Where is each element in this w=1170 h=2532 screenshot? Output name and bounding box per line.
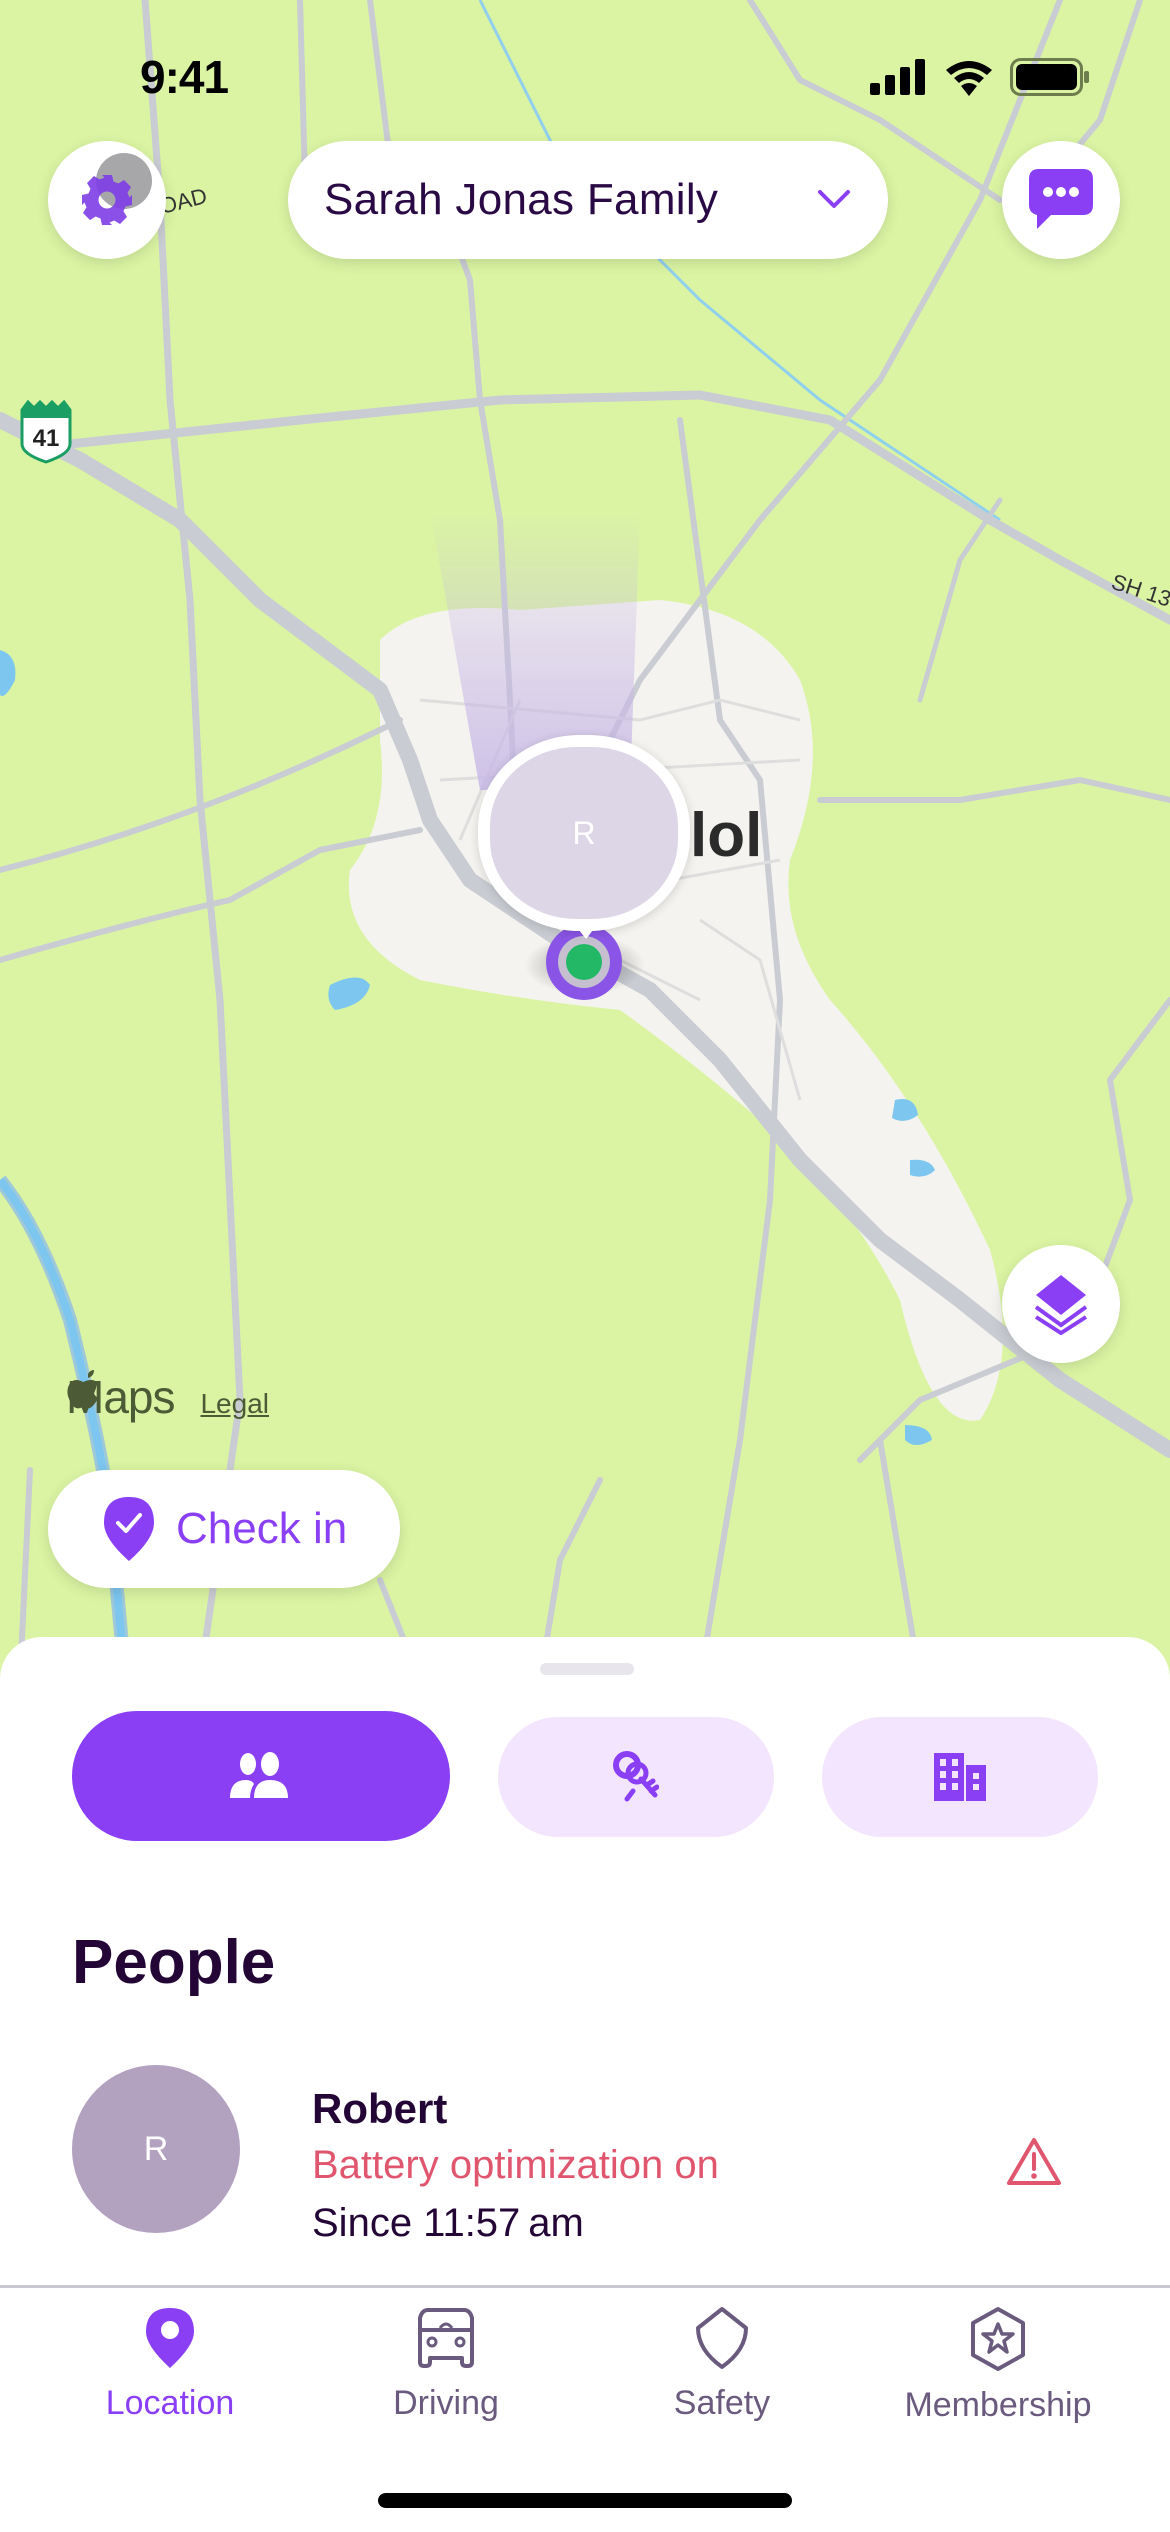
keys-icon	[613, 1751, 659, 1802]
apple-maps-logo: Maps	[66, 1370, 175, 1423]
member-pin-avatar: R	[490, 747, 678, 919]
messages-button[interactable]	[1002, 141, 1120, 259]
avatar-initial: R	[143, 2129, 169, 2168]
water-pond	[328, 977, 370, 1010]
member-pin-initial: R	[572, 814, 596, 851]
battery-icon	[1010, 58, 1089, 96]
tab-location[interactable]: Location	[50, 2306, 290, 2423]
person-list-item[interactable]: R Robert Battery optimization on Since 1…	[72, 2065, 1098, 2245]
avatar: R	[72, 2065, 240, 2233]
status-time: 9:41	[140, 51, 229, 103]
home-indicator[interactable]	[378, 2493, 792, 2508]
chat-bubble-icon	[1029, 169, 1093, 229]
tab-driving[interactable]: Driving	[326, 2306, 566, 2423]
river	[0, 1175, 132, 1680]
maps-attribution: Maps Legal	[66, 1370, 269, 1424]
tab-membership[interactable]: Membership	[878, 2306, 1118, 2425]
apple-icon	[67, 1370, 98, 1409]
person-status-alert: Battery optimization on	[312, 2143, 719, 2187]
shield-icon	[696, 2307, 748, 2369]
check-in-label: Check in	[176, 1504, 348, 1553]
map-layers-button[interactable]	[1002, 1245, 1120, 1363]
circle-selector-dropdown[interactable]: Sarah Jonas Family	[288, 141, 888, 259]
person-status-since: Since 11:57 am	[312, 2201, 584, 2245]
status-bar: 9:41	[0, 0, 1170, 140]
water-pond	[905, 1425, 932, 1445]
people-icon	[230, 1752, 288, 1798]
segment-items[interactable]	[498, 1717, 774, 1837]
location-pin-icon	[146, 2308, 194, 2368]
person-name: Robert	[312, 2085, 448, 2132]
city-label: lol	[690, 801, 763, 870]
segment-places[interactable]	[822, 1717, 1098, 1837]
highway-shield: 41	[20, 399, 72, 464]
warning-triangle-icon[interactable]	[1006, 2137, 1062, 2187]
settings-button[interactable]	[48, 141, 166, 259]
cellular-signal-icon	[870, 59, 925, 95]
water-pond	[0, 650, 16, 696]
water-pond	[892, 1099, 918, 1121]
svg-text:41: 41	[33, 425, 60, 452]
tab-safety[interactable]: Safety	[602, 2306, 842, 2423]
car-icon	[418, 2308, 474, 2368]
membership-star-icon	[971, 2307, 1025, 2371]
location-dot	[566, 944, 602, 980]
member-map-pin[interactable]: R	[478, 735, 690, 945]
location-check-icon	[104, 1497, 154, 1561]
wifi-icon	[946, 61, 992, 96]
building-icon	[934, 1753, 986, 1801]
bottom-sheet: People R Robert Battery optimization on …	[0, 1637, 1170, 2287]
people-section-title: People	[72, 1928, 276, 1997]
layers-icon	[1034, 1275, 1088, 1335]
sheet-drag-handle[interactable]	[540, 1663, 634, 1675]
gear-icon	[82, 175, 132, 225]
chevron-down-icon	[818, 190, 850, 208]
check-in-button[interactable]: Check in	[48, 1470, 400, 1588]
segment-people[interactable]	[72, 1711, 450, 1841]
circle-name: Sarah Jonas Family	[324, 175, 719, 224]
legal-link[interactable]: Legal	[200, 1388, 269, 1420]
